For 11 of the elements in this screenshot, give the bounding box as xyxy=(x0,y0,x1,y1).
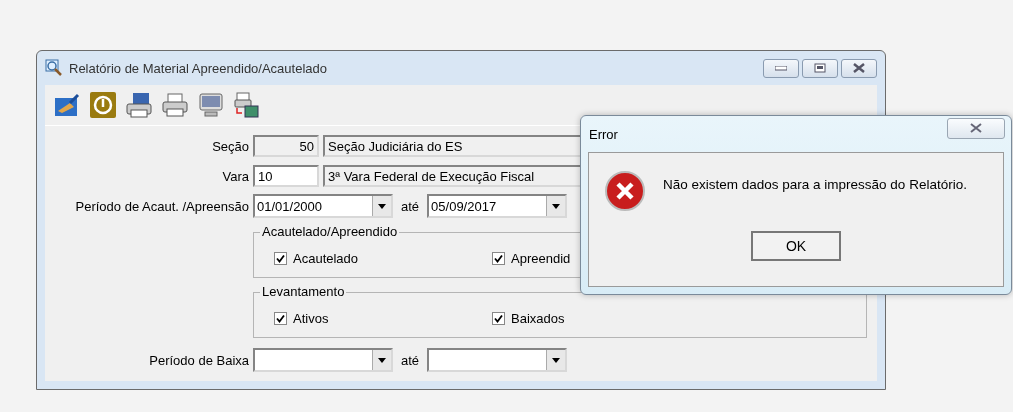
group-title: Acautelado/Apreendido xyxy=(260,224,400,239)
field-label: Período de Baixa xyxy=(148,352,249,368)
group-title: Levantamento xyxy=(260,284,347,299)
field-label: Período de Acaut. /Apreensão xyxy=(74,198,249,214)
field-label: Vara xyxy=(221,168,249,184)
error-message: Não existem dados para a impressão do Relatório. xyxy=(663,177,967,192)
window-title: Relatório de Material Apreendido/Acautelado xyxy=(69,60,328,76)
field-label: até xyxy=(400,198,421,214)
field-label: até xyxy=(400,352,421,368)
dialog-title: Error xyxy=(589,126,619,142)
field-label: Seção xyxy=(211,138,249,154)
